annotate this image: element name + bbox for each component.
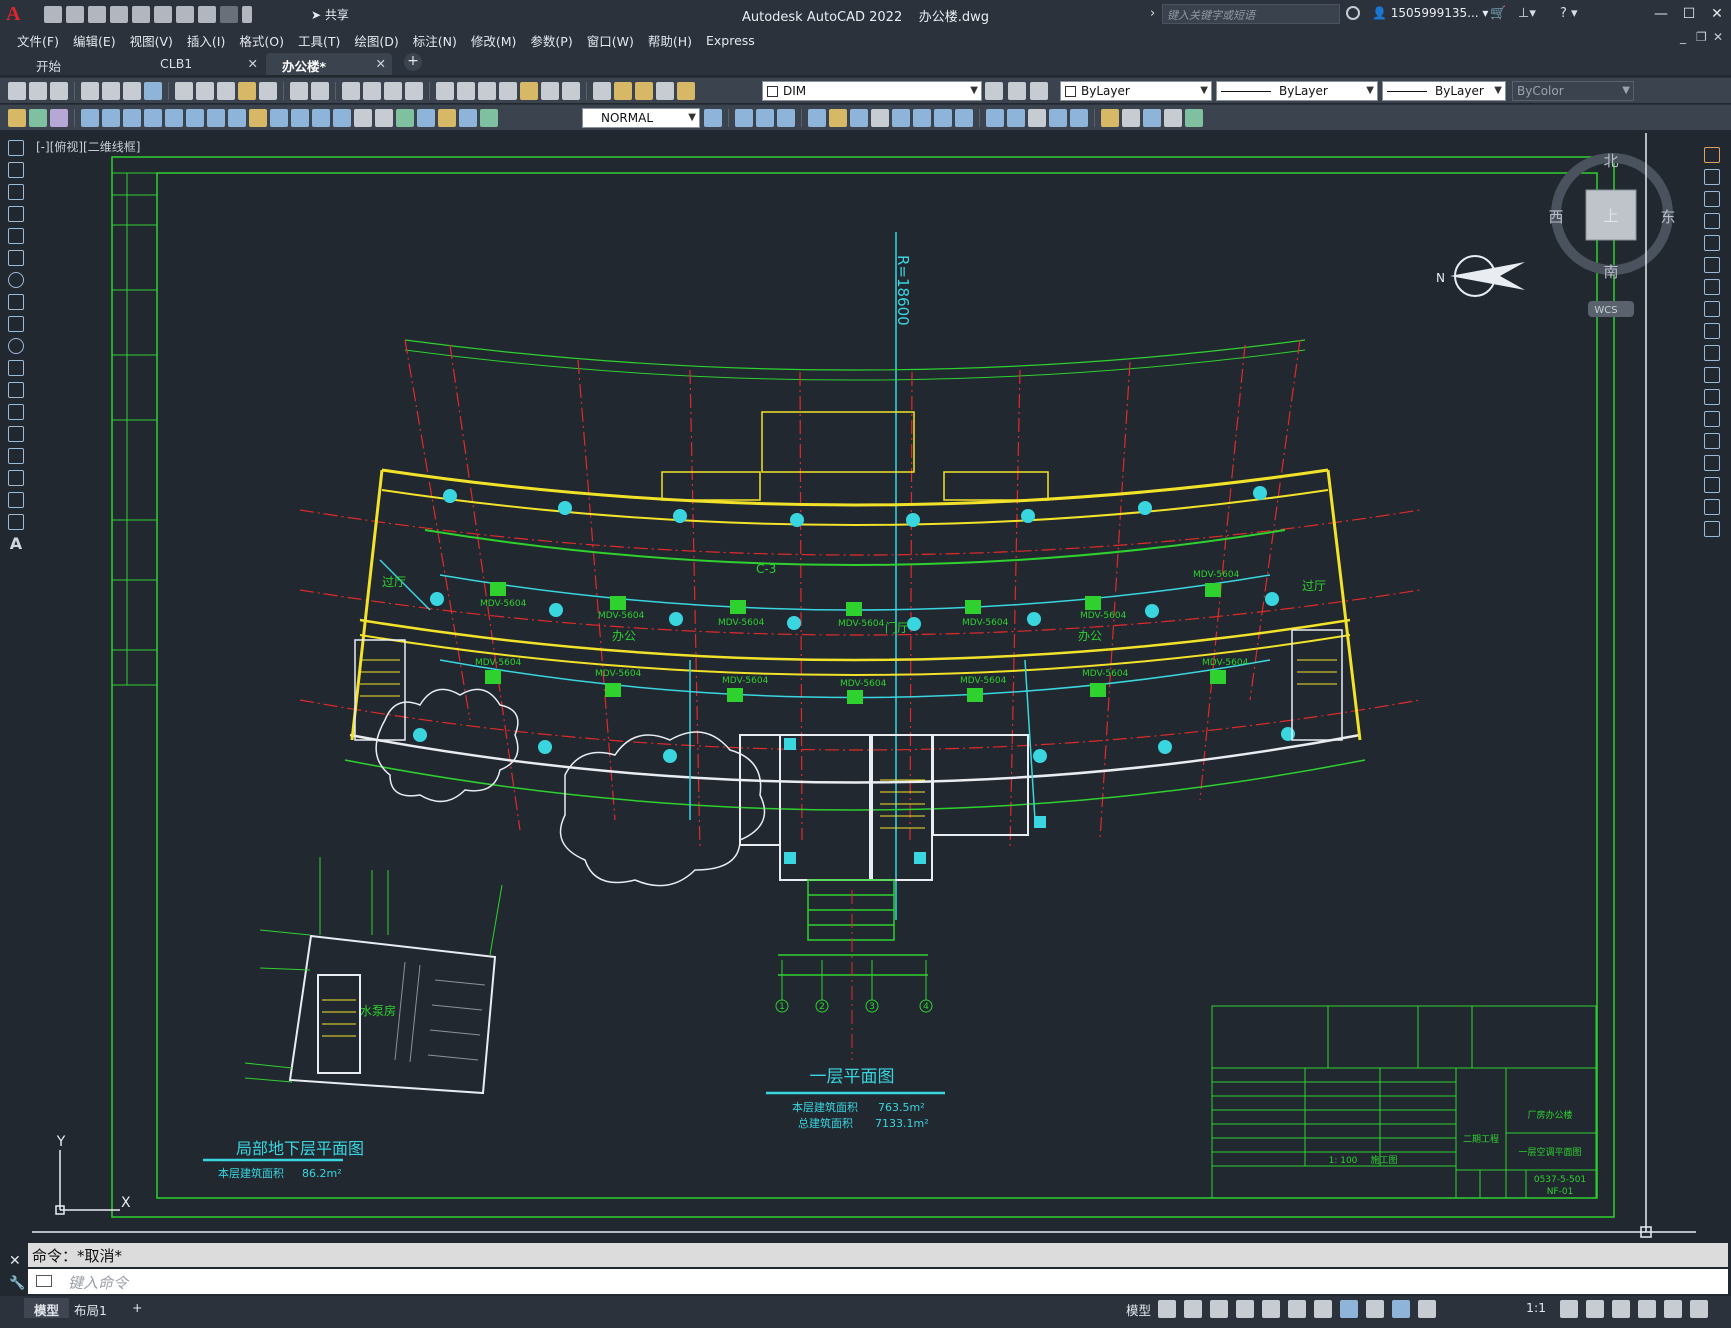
mdv-label: MDV-5604 bbox=[1193, 570, 1240, 580]
model-tab[interactable]: 模型 bbox=[24, 1298, 70, 1318]
mdv-label: MDV-5604 bbox=[1080, 611, 1127, 621]
room-label: 办公 bbox=[612, 628, 636, 643]
settings-icon[interactable] bbox=[1560, 1300, 1578, 1318]
tb-sheet: NF-01 bbox=[1547, 1187, 1574, 1197]
hardware-accel-icon[interactable] bbox=[1612, 1300, 1630, 1318]
customize-command-icon[interactable]: 🔧 bbox=[9, 1276, 25, 1291]
area-label: 本层建筑面积 bbox=[218, 1166, 284, 1180]
mdv-label: MDV-5604 bbox=[480, 599, 527, 609]
room-label: 过厅 bbox=[1302, 579, 1326, 593]
annotation-visibility-icon[interactable] bbox=[1392, 1300, 1410, 1318]
viewcube-top-label[interactable]: 上 bbox=[1603, 207, 1618, 225]
customize-icon[interactable] bbox=[1690, 1300, 1708, 1318]
axis-label: 4 bbox=[923, 1002, 929, 1012]
mdv-label: MDV-5604 bbox=[1202, 658, 1249, 668]
basement-title: 局部地下层平面图 bbox=[236, 1139, 364, 1158]
mdv-label: MDV-5604 bbox=[718, 618, 765, 628]
add-icon[interactable] bbox=[1586, 1300, 1604, 1318]
cad-drawing: R=18600 MDV-5604 MDV-5604 MDV-5604 MDV-5… bbox=[32, 133, 1696, 1238]
mdv-label: MDV-5604 bbox=[962, 618, 1009, 628]
area-label: 本层建筑面积 bbox=[792, 1100, 858, 1114]
polar-icon[interactable] bbox=[1262, 1300, 1280, 1318]
mdv-label: MDV-5604 bbox=[722, 676, 769, 686]
entrance-steps bbox=[778, 879, 928, 976]
mdv-labels: MDV-5604 MDV-5604 MDV-5604 MDV-5604 MDV-… bbox=[475, 570, 1249, 689]
lineweight-icon[interactable] bbox=[1366, 1300, 1384, 1318]
room-label: 水泵房 bbox=[360, 1003, 396, 1018]
layout1-tab[interactable]: 布局1 bbox=[64, 1298, 117, 1318]
wcs-label: WCS bbox=[1594, 305, 1617, 316]
axis-label: 1 bbox=[779, 1002, 785, 1012]
ucs-icon bbox=[55, 1150, 120, 1215]
viewcube-north-label[interactable]: 北 bbox=[1603, 152, 1618, 170]
auto-scale-icon[interactable] bbox=[1418, 1300, 1436, 1318]
status-tools bbox=[1560, 1300, 1708, 1318]
snap-icon[interactable] bbox=[1184, 1300, 1202, 1318]
entrance-canopy bbox=[761, 411, 915, 473]
mdv-label: MDV-5604 bbox=[838, 619, 885, 629]
grid-icon[interactable] bbox=[1158, 1300, 1176, 1318]
fullscreen-icon[interactable] bbox=[1664, 1300, 1682, 1318]
room-label: 办公 bbox=[1078, 628, 1102, 643]
room-label: 门厅 bbox=[885, 620, 909, 635]
command-input[interactable]: 键入命令 bbox=[28, 1269, 1728, 1294]
mdv-label: MDV-5604 bbox=[840, 679, 887, 689]
command-recent-icon[interactable] bbox=[36, 1275, 52, 1287]
area-value: 86.2m² bbox=[302, 1167, 342, 1180]
revision-strip bbox=[111, 172, 158, 686]
otrack-icon[interactable] bbox=[1314, 1300, 1332, 1318]
title-block bbox=[1211, 1005, 1597, 1199]
tb-stage: 施工图 bbox=[1370, 1154, 1397, 1166]
isolate-icon[interactable] bbox=[1638, 1300, 1656, 1318]
command-history: 命令：*取消* bbox=[28, 1243, 1728, 1267]
isodraft-icon[interactable] bbox=[1288, 1300, 1306, 1318]
area-value: 7133.1m² bbox=[875, 1117, 929, 1130]
status-toggles bbox=[1158, 1300, 1436, 1318]
infer-icon[interactable] bbox=[1210, 1300, 1228, 1318]
east-stair bbox=[1291, 629, 1343, 741]
ucs-x-label: X bbox=[121, 1195, 131, 1211]
annotation-scale[interactable]: 1:1 bbox=[1516, 1298, 1556, 1318]
close-command-icon[interactable]: ✕ bbox=[9, 1253, 21, 1269]
viewcube-east-label[interactable]: 东 bbox=[1660, 208, 1675, 226]
tb-scale: 1: 100 bbox=[1329, 1156, 1358, 1166]
viewcube-south-label[interactable]: 南 bbox=[1603, 263, 1618, 281]
north-arrow-label: N bbox=[1436, 271, 1445, 285]
status-bar bbox=[0, 1296, 1731, 1328]
south-wall bbox=[349, 733, 1361, 784]
area-label: 总建筑面积 bbox=[798, 1116, 853, 1130]
radius-label: R=18600 bbox=[894, 255, 912, 326]
mdv-label: MDV-5604 bbox=[960, 676, 1007, 686]
ortho-icon[interactable] bbox=[1236, 1300, 1254, 1318]
tb-drawing: 一层空调平面图 bbox=[1518, 1146, 1581, 1158]
tb-type: 二期工程 bbox=[1463, 1134, 1499, 1145]
grid-axes bbox=[299, 339, 1421, 851]
north-arrow-icon bbox=[1450, 255, 1525, 297]
title-block-text: 厂房办公楼 一层空调平面图 二期工程 0537-5-501 NF-01 1: 1… bbox=[1329, 1109, 1587, 1197]
ucs-y-label: Y bbox=[56, 1134, 66, 1150]
area-value: 763.5m² bbox=[878, 1101, 925, 1114]
viewcube-west-label[interactable]: 西 bbox=[1548, 208, 1563, 226]
main-drawing-title: 一层平面图 bbox=[810, 1067, 895, 1087]
corridor-label: C-3 bbox=[756, 562, 776, 576]
mdv-label: MDV-5604 bbox=[598, 611, 645, 621]
bottom-axis-labels: 1 2 3 4 bbox=[779, 1002, 929, 1012]
mdv-label: MDV-5604 bbox=[595, 669, 642, 679]
core-equipment bbox=[784, 738, 1046, 864]
model-space-toggle[interactable]: 模型 bbox=[1116, 1298, 1161, 1318]
mdv-label: MDV-5604 bbox=[475, 658, 522, 668]
revision-cloud bbox=[559, 731, 766, 887]
tb-code: 0537-5-501 bbox=[1534, 1175, 1586, 1185]
room-label: 过厅 bbox=[382, 575, 406, 589]
osnap-icon[interactable] bbox=[1340, 1300, 1358, 1318]
axis-label: 2 bbox=[819, 1002, 825, 1012]
autocad-window: A ➤ 共享 Autodesk AutoCAD 2022 办公楼.dwg › 键… bbox=[0, 0, 1731, 1328]
mdv-label: MDV-5604 bbox=[1082, 669, 1129, 679]
axis-label: 3 bbox=[869, 1002, 875, 1012]
tb-project: 厂房办公楼 bbox=[1527, 1109, 1572, 1121]
north-wall bbox=[381, 468, 1329, 507]
